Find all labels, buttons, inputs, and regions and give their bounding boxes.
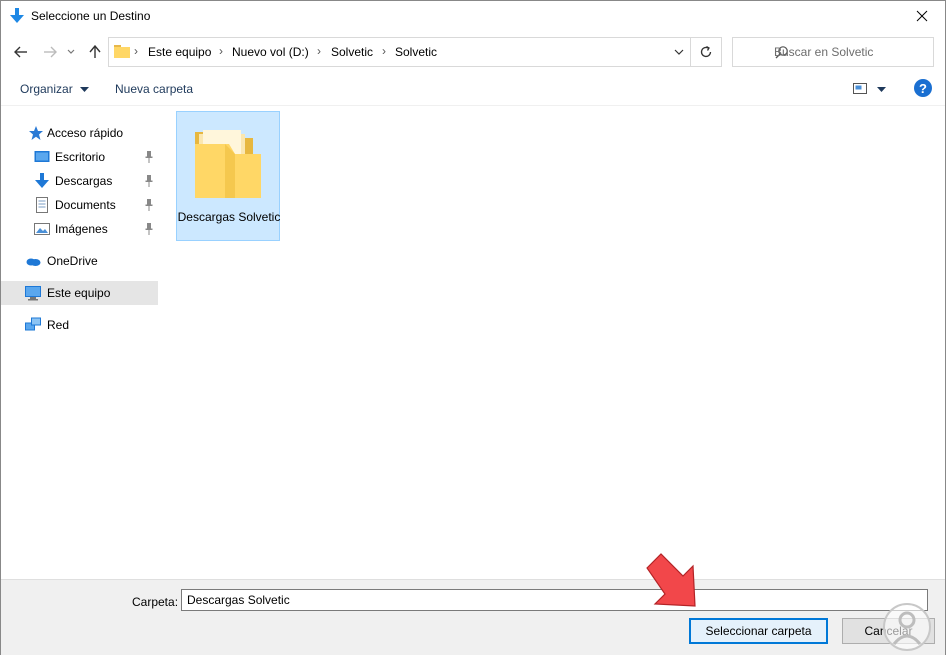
desktop-icon (34, 151, 50, 162)
arrow-up-icon (89, 45, 101, 58)
download-icon (35, 173, 49, 188)
dialog-footer: Carpeta: Seleccionar carpeta Cancelar (1, 579, 945, 655)
sidebar-item-label: Acceso rápido (47, 126, 124, 140)
sidebar-item-label: OneDrive (47, 254, 98, 268)
folder-item-label: Descargas Solvetic (177, 210, 281, 224)
star-icon (29, 126, 43, 140)
network-icon (25, 317, 41, 331)
sidebar-item-descargas[interactable]: Descargas (1, 169, 158, 193)
sidebar-item-label: Red (47, 318, 70, 332)
file-list-view: Descargas Solvetic (166, 105, 945, 577)
organize-menu-button[interactable]: Organizar (20, 82, 90, 96)
search-input[interactable]: Buscar en Solvetic (774, 45, 873, 59)
sidebar-item-label: Documents (55, 198, 116, 212)
change-view-button[interactable] (849, 79, 889, 99)
breadcrumb-separator: › (219, 44, 223, 58)
window-title: Seleccione un Destino (31, 9, 151, 23)
refresh-icon (700, 45, 712, 58)
sidebar-item-acceso-rapido[interactable]: Acceso rápido (1, 121, 158, 145)
command-bar: Organizar Nueva carpeta ? (1, 73, 945, 106)
cloud-icon (26, 258, 41, 266)
sidebar-item-este-equipo[interactable]: Este equipo (1, 281, 158, 305)
sidebar-item-label: Este equipo (47, 286, 111, 300)
sidebar-item-imagenes[interactable]: Imágenes (1, 217, 158, 241)
sidebar-item-documents[interactable]: Documents (1, 193, 158, 217)
refresh-button[interactable] (690, 38, 721, 66)
pin-icon (145, 223, 153, 235)
pointer-arrow-icon (646, 553, 696, 607)
sidebar-item-label: Imágenes (55, 222, 108, 236)
view-icon (853, 83, 867, 94)
select-folder-button[interactable]: Seleccionar carpeta (689, 618, 828, 644)
dialog-window: Seleccione un Destino › Este equipo › Nu… (0, 0, 946, 655)
breadcrumb-este-equipo[interactable]: Este equipo (148, 45, 211, 59)
close-icon (916, 10, 928, 22)
pin-icon (145, 175, 153, 187)
sidebar-item-label: Descargas (55, 174, 113, 188)
download-arrow-icon (10, 8, 24, 23)
caret-down-icon (80, 86, 90, 92)
breadcrumb-solvetic[interactable]: Solvetic (331, 45, 373, 59)
folder-item-descargas-solvetic[interactable]: Descargas Solvetic (176, 111, 280, 241)
title-bar: Seleccione un Destino (1, 1, 945, 31)
folder-field-label: Carpeta: (132, 595, 179, 609)
sidebar-item-escritorio[interactable]: Escritorio (1, 145, 158, 169)
chevron-down-icon (674, 49, 684, 55)
folder-icon (114, 45, 130, 58)
breadcrumb-solvetic-current[interactable]: Solvetic (395, 45, 437, 59)
chevron-down-icon (67, 49, 75, 54)
forward-button[interactable] (41, 43, 59, 61)
breadcrumb-separator: › (134, 44, 138, 58)
breadcrumb-separator: › (317, 44, 321, 58)
close-button[interactable] (899, 1, 945, 31)
sidebar-item-red[interactable]: Red (1, 313, 158, 337)
back-button[interactable] (12, 43, 30, 61)
watermark-logo-icon (883, 603, 931, 651)
caret-down-icon (877, 87, 886, 92)
organize-label: Organizar (20, 82, 73, 96)
pin-icon (145, 151, 153, 163)
navigation-bar: › Este equipo › Nuevo vol (D:) › Solveti… (1, 37, 945, 67)
sidebar-item-label: Escritorio (55, 150, 106, 164)
folder-name-input[interactable] (181, 589, 928, 611)
document-icon (36, 197, 48, 213)
navigation-pane: Acceso rápido Escritorio Descargas Docum… (1, 113, 161, 573)
help-button[interactable]: ? (914, 79, 932, 97)
up-button[interactable] (86, 43, 104, 61)
sidebar-item-onedrive[interactable]: OneDrive (1, 249, 158, 273)
pin-icon (145, 199, 153, 211)
computer-icon (25, 286, 41, 301)
image-icon (34, 223, 50, 235)
recent-locations-button[interactable] (65, 43, 77, 61)
new-folder-button[interactable]: Nueva carpeta (115, 82, 193, 96)
breadcrumb-separator: › (382, 44, 386, 58)
search-box[interactable]: Buscar en Solvetic (732, 37, 934, 67)
folder-icon (195, 130, 261, 198)
arrow-left-icon (14, 46, 27, 58)
arrow-right-icon (44, 46, 57, 58)
address-bar[interactable]: › Este equipo › Nuevo vol (D:) › Solveti… (108, 37, 722, 67)
breadcrumb-nuevo-vol[interactable]: Nuevo vol (D:) (232, 45, 309, 59)
